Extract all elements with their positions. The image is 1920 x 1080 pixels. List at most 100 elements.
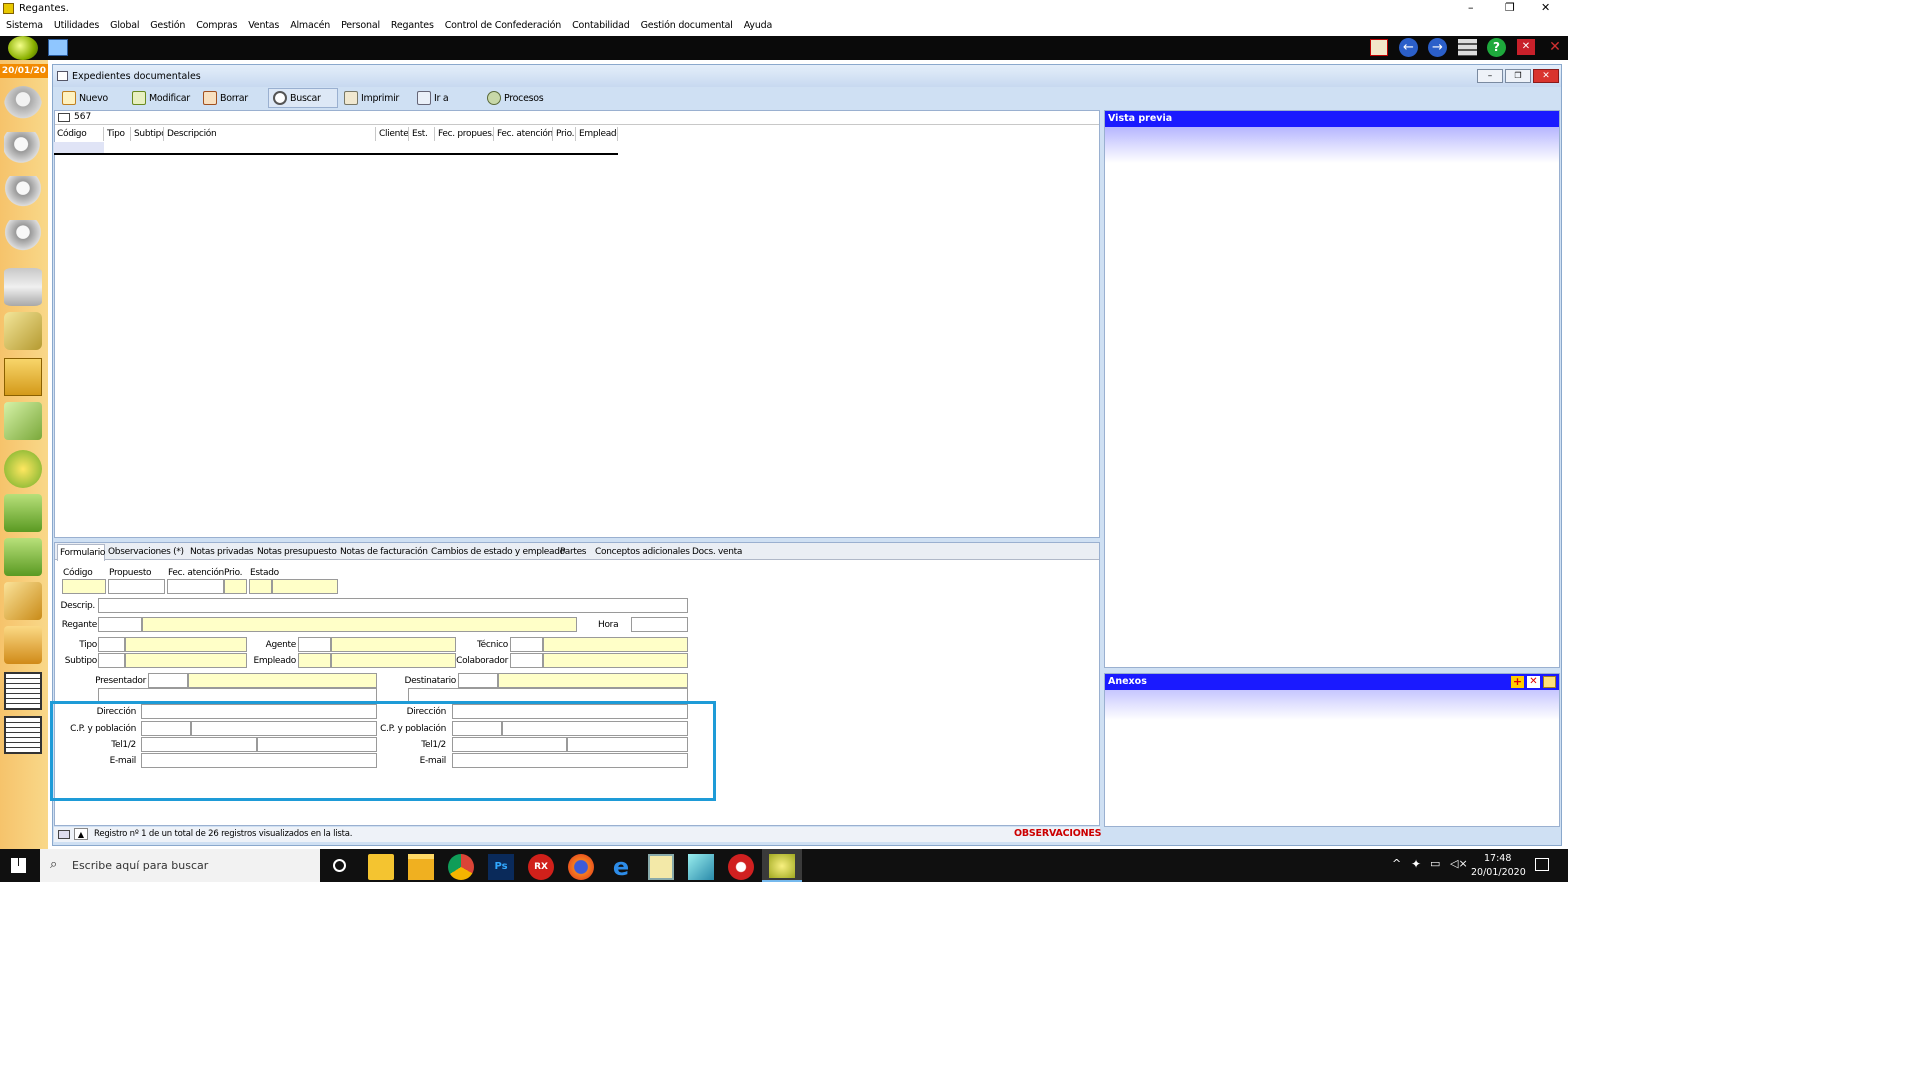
subtipo-desc-field[interactable] bbox=[125, 653, 247, 668]
tab-8[interactable]: Docs. venta bbox=[691, 544, 743, 560]
explorer-taskbar-icon[interactable] bbox=[368, 854, 394, 880]
estado-desc-field[interactable] bbox=[272, 579, 338, 594]
tab-3[interactable]: Notas presupuesto bbox=[256, 544, 337, 560]
empleado-name-field[interactable] bbox=[331, 653, 456, 668]
delete-button[interactable]: Borrar bbox=[199, 88, 252, 108]
tipo-desc-field[interactable] bbox=[125, 637, 247, 652]
remove-annex-icon[interactable]: ✕ bbox=[1527, 676, 1540, 688]
dropbox-icon[interactable]: ✦ bbox=[1411, 857, 1421, 871]
task-view-icon[interactable] bbox=[333, 859, 346, 872]
column-header-1[interactable]: Tipo bbox=[104, 127, 131, 141]
poblacion-right-field[interactable] bbox=[502, 721, 688, 736]
windows-list-icon[interactable] bbox=[1458, 39, 1477, 56]
add-annex-icon[interactable]: + bbox=[1511, 676, 1524, 688]
close-window-icon[interactable]: ✕ bbox=[1517, 39, 1535, 55]
destinatario-extra-field[interactable] bbox=[408, 688, 688, 702]
menu-item-10[interactable]: Contabilidad bbox=[572, 20, 630, 31]
database-icon[interactable] bbox=[4, 268, 42, 306]
menu-item-0[interactable]: Sistema bbox=[6, 20, 43, 31]
start-windows-icon[interactable] bbox=[11, 858, 26, 873]
tecnico-code-field[interactable] bbox=[510, 637, 543, 652]
column-header-6[interactable]: Fec. propues. bbox=[435, 127, 494, 141]
cp-right-field[interactable] bbox=[452, 721, 502, 736]
agente-name-field[interactable] bbox=[331, 637, 456, 652]
menu-item-9[interactable]: Control de Confederación bbox=[445, 20, 562, 31]
user-icon[interactable] bbox=[4, 176, 42, 214]
open-annex-icon[interactable] bbox=[1543, 676, 1556, 688]
forward-arrow-icon[interactable]: → bbox=[1428, 38, 1447, 57]
tab-7[interactable]: Conceptos adicionales bbox=[594, 544, 690, 560]
status-list-icon[interactable] bbox=[58, 830, 70, 839]
selected-row-cell[interactable] bbox=[54, 142, 104, 153]
column-header-9[interactable]: Empleado bbox=[576, 127, 618, 141]
ledger-icon[interactable] bbox=[4, 672, 42, 710]
doc-close-button[interactable]: ✕ bbox=[1533, 69, 1559, 83]
taskbar-search-box[interactable]: ⌕ Escribe aquí para buscar bbox=[40, 849, 320, 882]
destinatario-name-field[interactable] bbox=[498, 673, 688, 688]
presentador-code-field[interactable] bbox=[148, 673, 188, 688]
regante-code-field[interactable] bbox=[98, 617, 142, 632]
restore-button[interactable]: ❐ bbox=[1505, 1, 1515, 14]
notes-taskbar-icon[interactable] bbox=[688, 854, 714, 880]
estado-code-field[interactable] bbox=[249, 579, 272, 594]
tipo-code-field[interactable] bbox=[98, 637, 125, 652]
direccion-left-field[interactable] bbox=[141, 704, 377, 719]
help-icon[interactable]: ? bbox=[1487, 38, 1506, 57]
search-button[interactable]: Buscar bbox=[268, 88, 338, 108]
tab-0[interactable]: Formulario bbox=[57, 544, 105, 561]
database-edit-icon[interactable] bbox=[4, 312, 42, 350]
modify-button[interactable]: Modificar bbox=[128, 88, 194, 108]
column-header-0[interactable]: Código bbox=[54, 127, 104, 141]
menu-item-4[interactable]: Compras bbox=[196, 20, 237, 31]
descrip-field[interactable] bbox=[98, 598, 688, 613]
spa-icon[interactable] bbox=[4, 450, 42, 488]
prio-field[interactable] bbox=[224, 579, 247, 594]
email-left-field[interactable] bbox=[141, 753, 377, 768]
rx-taskbar-icon[interactable]: RX bbox=[528, 854, 554, 880]
folder-taskbar-icon[interactable] bbox=[408, 854, 434, 880]
menu-item-6[interactable]: Almacén bbox=[290, 20, 330, 31]
folder-icon[interactable] bbox=[48, 39, 68, 56]
processes-button[interactable]: Procesos bbox=[483, 88, 547, 108]
minimize-button[interactable]: – bbox=[1468, 1, 1474, 14]
menu-item-2[interactable]: Global bbox=[110, 20, 139, 31]
column-header-8[interactable]: Prio. bbox=[553, 127, 576, 141]
column-header-4[interactable]: Cliente bbox=[376, 127, 409, 141]
chrome-taskbar-icon[interactable] bbox=[448, 854, 474, 880]
propuesto-field[interactable] bbox=[108, 579, 165, 594]
tab-1[interactable]: Observaciones (*) bbox=[107, 544, 184, 560]
tel1-right-field[interactable] bbox=[452, 737, 567, 752]
menu-item-1[interactable]: Utilidades bbox=[54, 20, 99, 31]
user-alt-icon[interactable] bbox=[4, 220, 42, 258]
tray-chevron-icon[interactable]: ^ bbox=[1392, 857, 1401, 870]
back-arrow-icon[interactable]: ← bbox=[1399, 38, 1418, 57]
active-app-highlight[interactable] bbox=[762, 849, 802, 882]
presentador-extra-field[interactable] bbox=[98, 688, 377, 702]
menu-item-3[interactable]: Gestión bbox=[150, 20, 185, 31]
tab-6[interactable]: Partes bbox=[559, 544, 589, 560]
folder-f-icon[interactable] bbox=[4, 358, 42, 396]
menu-item-8[interactable]: Regantes bbox=[391, 20, 434, 31]
close-button[interactable]: ✕ bbox=[1541, 1, 1550, 14]
hora-field[interactable] bbox=[631, 617, 688, 632]
photoshop-taskbar-icon[interactable]: Ps bbox=[488, 854, 514, 880]
doc-minimize-button[interactable]: – bbox=[1477, 69, 1503, 83]
email-right-field[interactable] bbox=[452, 753, 688, 768]
bag-green-icon[interactable] bbox=[4, 494, 42, 532]
tab-5[interactable]: Cambios de estado y empleado bbox=[430, 544, 565, 560]
edge-taskbar-icon[interactable]: e bbox=[608, 854, 634, 880]
volume-icon[interactable]: ◁× bbox=[1450, 857, 1468, 870]
column-header-5[interactable]: Est. bbox=[409, 127, 435, 141]
colaborador-code-field[interactable] bbox=[510, 653, 543, 668]
empleado-code-field[interactable] bbox=[298, 653, 331, 668]
notifications-icon[interactable] bbox=[1535, 858, 1549, 871]
tab-2[interactable]: Notas privadas bbox=[189, 544, 254, 560]
doc-restore-button[interactable]: ❐ bbox=[1505, 69, 1531, 83]
codigo-field[interactable] bbox=[62, 579, 106, 594]
regantes-taskbar-icon[interactable] bbox=[648, 854, 674, 880]
bag-green-alt-icon[interactable] bbox=[4, 538, 42, 576]
destinatario-code-field[interactable] bbox=[458, 673, 498, 688]
ledger-alt-icon[interactable] bbox=[4, 716, 42, 754]
menu-item-11[interactable]: Gestión documental bbox=[641, 20, 733, 31]
subtipo-code-field[interactable] bbox=[98, 653, 125, 668]
